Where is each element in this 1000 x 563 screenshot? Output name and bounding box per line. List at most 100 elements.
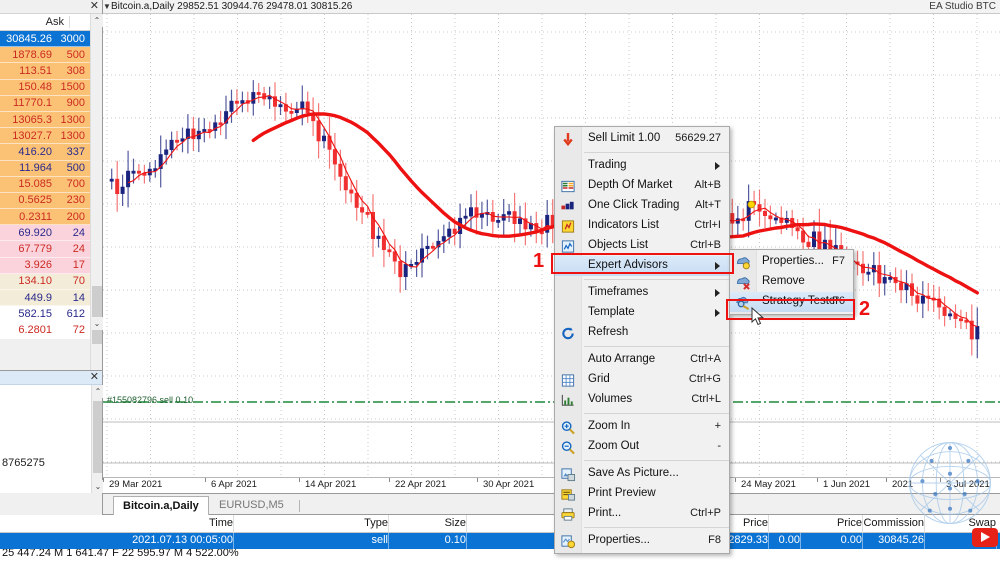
expert-advisors-submenu[interactable]: Properties... F7 Remove Strategy Tester F6 <box>729 249 854 315</box>
youtube-play-icon[interactable] <box>972 528 998 547</box>
market-watch-row[interactable]: 13065.3 1300 <box>0 111 90 129</box>
menu-item-sell-limit-1-00[interactable]: Sell Limit 1.00 56629.27 <box>555 129 729 149</box>
menu-item-one-click-trading[interactable]: One Click Trading Alt+T <box>555 196 729 216</box>
menu-item-zoom-out[interactable]: Zoom Out - <box>555 437 729 457</box>
cell-divider <box>924 533 925 549</box>
chart-window[interactable]: ▼ Bitcoin.a,Daily 29852.51 30944.76 2947… <box>103 0 1000 493</box>
menu-item-print-preview[interactable]: Print Preview <box>555 484 729 504</box>
menu-item-strategy-tester[interactable]: Strategy Tester F6 <box>730 292 853 312</box>
x-axis-tick <box>940 478 941 482</box>
x-axis-tick <box>477 478 478 482</box>
menu-item-refresh[interactable]: Refresh <box>555 323 729 343</box>
x-axis-tick <box>817 478 818 482</box>
spread-value: 700 <box>66 178 85 191</box>
menu-item-volumes[interactable]: Volumes Ctrl+L <box>555 390 729 410</box>
menu-item-label: Print... <box>588 507 622 519</box>
market-watch-row[interactable]: 0.5625 230 <box>0 192 90 210</box>
column-header-size[interactable]: Size <box>445 517 466 529</box>
zoom-in-icon <box>560 420 576 435</box>
menu-item-properties[interactable]: Properties... F8 <box>555 531 729 551</box>
close-icon[interactable]: ✕ <box>90 370 99 384</box>
chevron-down-icon[interactable]: ▼ <box>103 2 111 11</box>
market-watch-row[interactable]: 69.920 24 <box>0 225 90 242</box>
menu-item-timeframes[interactable]: Timeframes <box>555 283 729 303</box>
close-icon[interactable]: ✕ <box>90 0 99 13</box>
scroll-down-icon[interactable]: ⌄ <box>91 317 103 330</box>
menu-item-template[interactable]: Template <box>555 303 729 323</box>
market-watch-row[interactable]: 134.10 70 <box>0 273 90 290</box>
menu-item-label: Zoom In <box>588 420 631 432</box>
market-watch-row[interactable]: 15.085 700 <box>0 176 90 193</box>
column-header-price[interactable]: Price <box>837 517 862 529</box>
ask-price: 1878.69 <box>12 48 52 61</box>
column-header-ask[interactable]: Ask <box>0 16 69 28</box>
column-header-type[interactable]: Type <box>364 517 388 529</box>
menu-separator <box>584 279 729 280</box>
x-axis-label: 29 Mar 2021 <box>109 479 163 490</box>
menu-item-shortcut: + <box>714 420 721 432</box>
menu-item-expert-advisors[interactable]: Expert Advisors <box>555 256 729 276</box>
indicators-list-icon <box>560 219 576 234</box>
cell-divider <box>800 533 801 549</box>
market-watch-row[interactable]: 113.51 308 <box>0 63 90 80</box>
market-watch-row[interactable]: 11770.1 900 <box>0 95 90 112</box>
market-watch-header: Ask ! <box>0 14 102 31</box>
menu-item-remove[interactable]: Remove <box>730 272 853 292</box>
market-watch-row[interactable]: 449.9 14 <box>0 290 90 307</box>
x-axis-label: 6 Apr 2021 <box>211 479 257 490</box>
market-watch-row[interactable]: 582.15 612 <box>0 306 90 323</box>
market-watch-row[interactable]: 30845.26 3000 <box>0 31 90 48</box>
tab-bitcoin-daily[interactable]: Bitcoin.a,Daily <box>113 496 209 516</box>
scrollbar-thumb[interactable] <box>93 401 102 473</box>
chart-canvas[interactable] <box>103 14 1000 479</box>
market-watch-row[interactable]: 13027.7 1300 <box>0 128 90 145</box>
menu-item-shortcut: F6 <box>832 295 845 307</box>
annotation-step-1: 1 <box>533 250 545 272</box>
menu-item-depth-of-market[interactable]: Depth Of Market Alt+B <box>555 176 729 196</box>
menu-item-auto-arrange[interactable]: Auto Arrange Ctrl+A <box>555 350 729 370</box>
menu-item-grid[interactable]: Grid Ctrl+G <box>555 370 729 390</box>
menu-item-label: Properties... <box>762 255 824 267</box>
menu-item-properties[interactable]: Properties... F7 <box>730 252 853 272</box>
menu-item-zoom-in[interactable]: Zoom In + <box>555 417 729 437</box>
market-watch-row[interactable]: 67.779 24 <box>0 241 90 258</box>
menu-item-label: Remove <box>762 275 805 287</box>
market-watch-row[interactable]: 150.48 1500 <box>0 79 90 96</box>
scrollbar-thumb[interactable] <box>92 286 102 344</box>
spread-value: 500 <box>66 48 85 61</box>
ask-price: 15.085 <box>18 178 52 191</box>
menu-item-save-as-picture[interactable]: Save As Picture... <box>555 464 729 484</box>
x-axis-label: 24 May 2021 <box>741 479 796 490</box>
spread-value: 612 <box>66 307 85 320</box>
table-row[interactable]: 2021.07.13 00:05:00sell0.10bitcoin.a3282… <box>0 533 1000 549</box>
market-watch-row[interactable]: 0.2311 200 <box>0 209 90 226</box>
market-watch-row[interactable]: 416.20 337 <box>0 144 90 161</box>
scroll-up-icon[interactable]: ⌃ <box>91 14 103 27</box>
menu-item-label: Grid <box>588 373 610 385</box>
market-watch-row[interactable]: 6.2801 72 <box>0 322 90 339</box>
zoom-out-icon <box>561 441 575 455</box>
ask-price: 69.920 <box>18 226 52 239</box>
menu-item-objects-list[interactable]: Objects List Ctrl+B <box>555 236 729 256</box>
column-divider <box>768 515 769 533</box>
market-watch-row[interactable]: 11.964 500 <box>0 160 90 177</box>
menu-item-label: Timeframes <box>588 286 649 298</box>
menu-item-indicators-list[interactable]: Indicators List Ctrl+I <box>555 216 729 236</box>
save-as-picture-icon <box>560 467 576 482</box>
spread-value: 70 <box>72 275 85 288</box>
chart-context-menu[interactable]: Sell Limit 1.00 56629.27 Trading Depth Of M… <box>554 126 730 554</box>
navigator-scrollbar[interactable]: ⌃ ⌄ <box>91 385 104 493</box>
spread-value: 3000 <box>60 32 85 45</box>
market-watch-row[interactable]: 3.926 17 <box>0 257 90 274</box>
menu-item-print[interactable]: Print... Ctrl+P <box>555 504 729 524</box>
spread-value: 24 <box>72 226 85 239</box>
column-header-time[interactable]: Time <box>209 517 233 529</box>
menu-item-trading[interactable]: Trading <box>555 156 729 176</box>
column-header-price[interactable]: Price <box>743 517 768 529</box>
market-watch-row[interactable]: 1878.69 500 <box>0 47 90 64</box>
x-axis-tick <box>103 478 104 482</box>
column-header-commission[interactable]: Commission <box>863 517 924 529</box>
menu-item-shortcut: Ctrl+I <box>694 219 721 231</box>
market-watch-scrollbar[interactable]: ⌃ ⌄ <box>90 14 103 370</box>
tab-eurusd-m5[interactable]: EURUSD,M5 <box>210 496 293 516</box>
